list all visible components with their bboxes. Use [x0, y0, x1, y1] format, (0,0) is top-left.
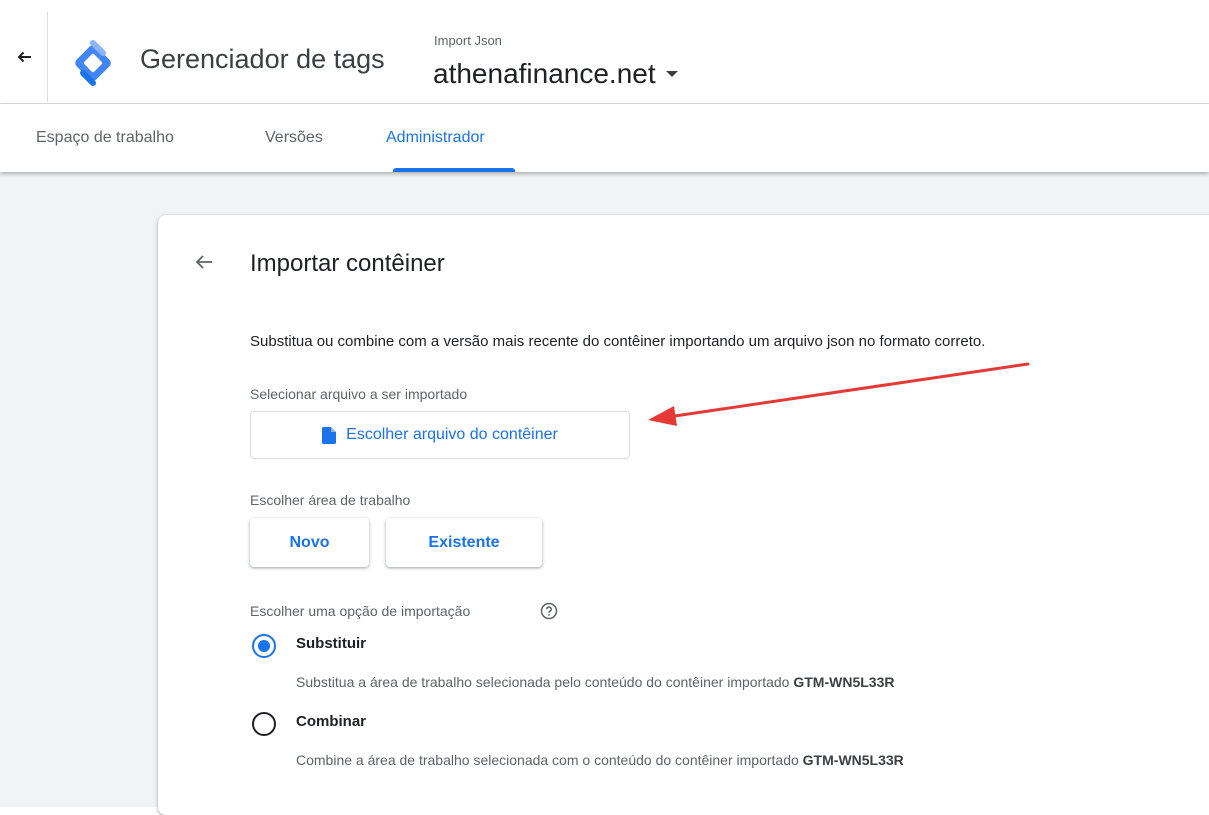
app-header: Gerenciador de tags Import Json athenafi… — [0, 0, 1209, 104]
gtm-logo — [75, 40, 111, 86]
existing-workspace-button[interactable]: Existente — [386, 518, 542, 567]
tab-admin[interactable]: Administrador — [386, 104, 485, 172]
option-merge-description: Combine a área de trabalho selecionada c… — [296, 752, 904, 768]
option-replace-text: Substitua a área de trabalho selecionada… — [296, 674, 790, 690]
nav-tabs: Espaço de trabalho Versões Administrador — [0, 104, 1209, 172]
page-title: Importar contêiner — [250, 250, 445, 277]
annotation-arrow — [648, 362, 1030, 426]
choose-file-label: Escolher arquivo do contêiner — [346, 426, 558, 443]
option-replace-description: Substitua a área de trabalho selecionada… — [296, 674, 894, 690]
tab-workspace[interactable]: Espaço de trabalho — [36, 104, 174, 172]
file-icon — [322, 426, 337, 444]
active-tab-indicator — [393, 168, 515, 172]
arrow-left-icon — [17, 51, 31, 63]
import-option-label: Escolher uma opção de importação — [250, 603, 471, 619]
option-replace-label[interactable]: Substituir — [296, 635, 366, 652]
tab-versions[interactable]: Versões — [265, 104, 323, 172]
radio-merge[interactable] — [251, 711, 277, 737]
option-merge-label[interactable]: Combinar — [296, 713, 366, 730]
container-selector[interactable]: athenafinance.net — [433, 54, 678, 94]
container-name: athenafinance.net — [433, 58, 656, 89]
choose-file-button[interactable]: Escolher arquivo do contêiner — [250, 411, 630, 459]
workspace-section-label: Escolher área de trabalho — [250, 492, 411, 508]
file-section-label: Selecionar arquivo a ser importado — [250, 386, 468, 402]
account-name: Import Json — [434, 33, 502, 48]
option-replace-container-id: GTM-WN5L33R — [793, 674, 895, 690]
product-name: Gerenciador de tags — [140, 44, 385, 74]
radio-replace[interactable] — [251, 633, 277, 659]
help-circle-icon[interactable] — [540, 602, 558, 620]
option-merge-container-id: GTM-WN5L33R — [802, 752, 904, 768]
option-merge-text: Combine a área de trabalho selecionada c… — [296, 752, 799, 768]
back-button[interactable] — [0, 12, 48, 102]
page-description: Substitua ou combine com a versão mais r… — [250, 333, 986, 350]
arrow-left-icon — [195, 255, 212, 269]
caret-down-icon — [665, 71, 678, 77]
card-back-button[interactable] — [191, 249, 217, 275]
new-workspace-button[interactable]: Novo — [250, 518, 369, 567]
